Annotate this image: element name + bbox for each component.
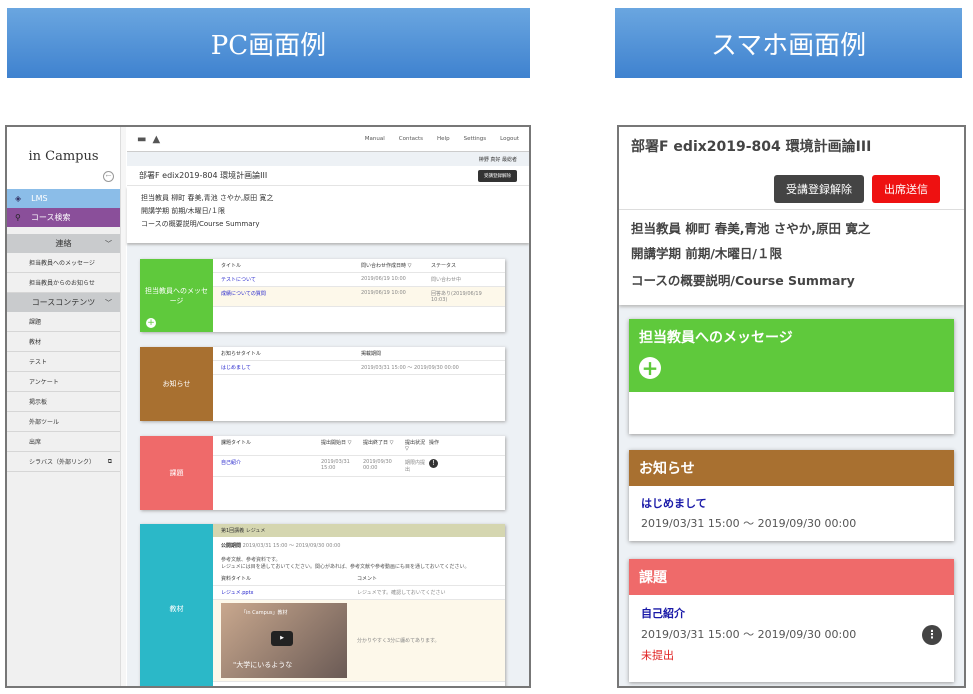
pc-screen: in Campus ← ◈ LMS ⚲ コース検索 連絡 ﹀ 担当教員へのメッセージ … [5,125,531,688]
assignment-link[interactable]: 自己紹介 [641,603,942,624]
notice-card: お知らせ お知らせタイトル 掲載期間 はじめまして 2019/03/31 15:00… [140,347,505,421]
external-link-icon: ⧉ [107,457,112,465]
sidebar-item[interactable]: 掲示板 [7,392,120,412]
link-settings[interactable]: Settings [464,136,487,142]
file-link[interactable]: レジュメ.pptx [221,589,357,596]
summary-link[interactable]: コースの概要説明/Course Summary [141,218,515,231]
add-icon[interactable]: + [146,318,156,328]
nav-lms[interactable]: ◈ LMS [7,189,120,208]
smartphone-screen: 部署F edix2019-804 環境計画論III 受講登録解除 出席送信 担当… [617,125,966,688]
info-icon[interactable]: ! [429,459,438,468]
pc-example-banner: PC画面例 [7,8,530,78]
course-title: 部署F edix2019-804 環境計画論III [139,171,268,180]
nav-course-search[interactable]: ⚲ コース検索 [7,208,120,227]
attendance-button[interactable]: 出席送信 [872,175,940,203]
sidebar-item[interactable]: 出席 [7,432,120,452]
notice-link[interactable]: はじめまして [221,364,361,371]
notice-card: お知らせ はじめまして 2019/03/31 15:00 〜 2019/09/30… [629,450,954,541]
chat-icon[interactable]: ▬ [137,134,146,145]
graduation-cap-icon: ◈ [15,194,22,203]
message-link[interactable]: 成績についての質問 [221,290,361,297]
card-label: 担当教員へのメッセージ [145,286,208,305]
sidebar: in Campus ← ◈ LMS ⚲ コース検索 連絡 ﹀ 担当教員へのメッセージ … [7,127,120,686]
sidebar-item[interactable]: 教材 [7,332,120,352]
course-title: 部署F edix2019-804 環境計画論III [631,139,872,155]
sidebar-scrollbar[interactable] [120,127,126,686]
material-card: 教材 第1回講義 レジュメ 公開期間 2019/03/31 15:00 〜 20… [140,524,505,686]
sidebar-item[interactable]: テスト [7,352,120,372]
main-content: ▬ ▲ Manual Contacts Help Settings Logout 榊野 真… [127,127,529,686]
teachers: 担当教員 柳町 春美,青池 さやか,原田 寛之 [631,221,871,236]
section-course-content[interactable]: コースコンテンツ ﹀ [7,293,120,312]
summary-link[interactable]: コースの概要説明/Course Summary [631,268,952,293]
bell-icon[interactable]: ▲ [152,134,160,145]
teachers: 担当教員 柳町 春美,青池 さやか,原田 寛之 [141,194,274,202]
assignment-card: 課題 課題タイトル 提出開始日 ▽ 提出終了日 ▽ 提出状況 ▽ 操作 自己紹介 2019… [140,436,505,510]
link-help[interactable]: Help [437,136,450,142]
more-icon[interactable]: ⋮ [922,625,942,645]
user-name: 榊野 真好 最総者 [478,157,517,163]
link-logout[interactable]: Logout [500,136,519,142]
message-link[interactable]: テストについて [221,276,361,283]
unenroll-button[interactable]: 受講登録解除 [478,169,517,182]
assignment-card: 課題 自己紹介 2019/03/31 15:00 〜 2019/09/30 00:… [629,559,954,682]
assignment-link[interactable]: 自己紹介 [221,459,321,466]
chevron-down-icon: ﹀ [105,239,112,248]
search-icon: ⚲ [15,213,21,222]
add-icon[interactable]: + [639,357,661,379]
sidebar-item[interactable]: アンケート [7,372,120,392]
link-contacts[interactable]: Contacts [399,136,423,142]
smartphone-example-banner: スマホ画面例 [615,8,962,78]
chevron-down-icon: ﹀ [105,298,112,307]
section-contact[interactable]: 連絡 ﹀ [7,234,120,253]
collapse-icon[interactable]: ← [103,171,114,182]
link-manual[interactable]: Manual [365,136,385,142]
term: 開講学期 前期/木曜日/１限 [141,207,225,215]
status: 未提出 [641,649,674,662]
message-card: 担当教員へのメッセージ + タイトル 問い合わせ作成日時 ▽ ステータス テストについ… [140,259,505,332]
sidebar-item[interactable]: 課題 [7,312,120,332]
sidebar-item-syllabus[interactable]: シラバス（外部リンク） ⧉ [7,452,120,472]
sidebar-item[interactable]: 外部ツール [7,412,120,432]
term: 開講学期 前期/木曜日/１限 [631,246,782,261]
sidebar-item[interactable]: 担当教員からのお知らせ [7,273,120,293]
notice-link[interactable]: はじめまして [641,494,942,514]
unenroll-button[interactable]: 受講登録解除 [774,175,864,203]
video-player[interactable]: 「in Campus」教材 ▶ "大学にいるような [221,603,347,678]
logo: in Campus ← [7,127,120,189]
play-icon: ▶ [271,631,293,646]
sidebar-item[interactable]: 担当教員へのメッセージ [7,253,120,273]
message-card: 担当教員へのメッセージ + [629,319,954,434]
